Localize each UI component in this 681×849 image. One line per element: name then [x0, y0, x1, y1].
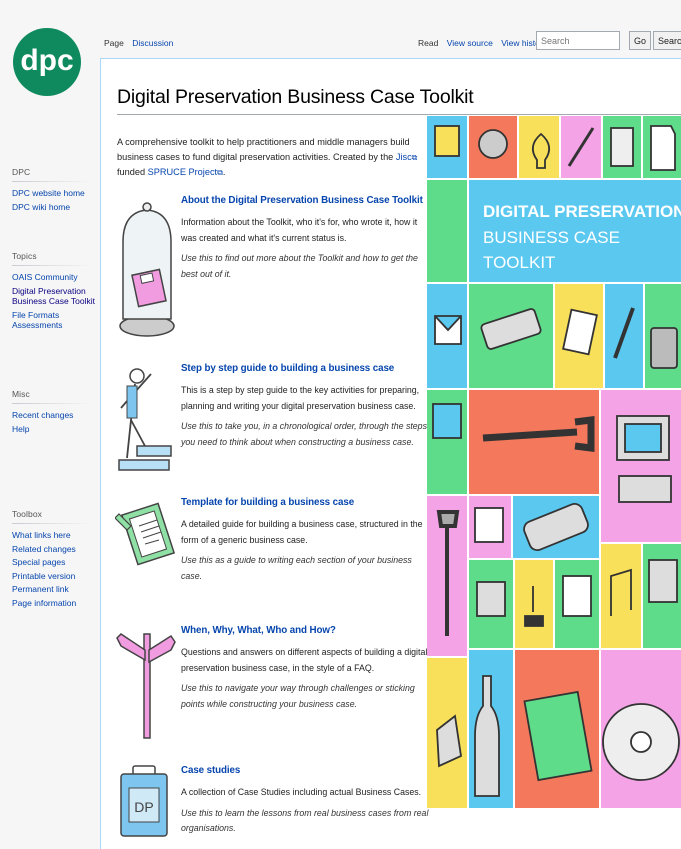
entry-description: Questions and answers on different aspec… — [181, 647, 428, 673]
entry-description: A detailed guide for building a business… — [181, 519, 423, 545]
sidebar-section-topics: Topics OAIS Community Digital Preservati… — [12, 251, 98, 334]
entry-title-link[interactable]: Template for building a business case — [181, 496, 433, 509]
sidebar-heading: DPC — [12, 167, 31, 177]
tab-view-source[interactable]: View source — [447, 38, 493, 48]
sidebar: dpc DPC DPC website home DPC wiki home T… — [0, 0, 100, 849]
intro-paragraph: A comprehensive toolkit to help practiti… — [117, 137, 418, 177]
entry-title-link[interactable]: When, Why, What, Who and How? — [181, 624, 433, 637]
entry-description: This is a step by step guide to the key … — [181, 385, 420, 411]
spruce-project-link[interactable]: SPRUCE Project — [148, 167, 217, 177]
logo-text: dpc — [20, 44, 73, 77]
content-area: Digital Preservation Business Case Toolk… — [100, 58, 681, 849]
sidebar-item-business-case-toolkit[interactable]: Digital Preservation Business Case Toolk… — [12, 286, 98, 307]
sidebar-section-dpc: DPC DPC website home DPC wiki home — [12, 167, 98, 215]
tab-discussion[interactable]: Discussion — [132, 38, 173, 48]
toolkit-entry-about: About the Digital Preservation Business … — [115, 194, 433, 344]
sidebar-item-dpc-website-home[interactable]: DPC website home — [12, 188, 98, 199]
toolkit-entry-faq: When, Why, What, Who and How? Questions … — [115, 624, 433, 744]
entry-usage-note: Use this to learn the lessons from real … — [181, 807, 429, 834]
sidebar-item-help[interactable]: Help — [12, 424, 98, 435]
go-button[interactable]: Go — [629, 31, 651, 50]
entry-usage-note: Use this as a guide to writing each sect… — [181, 555, 412, 581]
signpost-icon — [116, 633, 176, 739]
browser-page: dpc DPC DPC website home DPC wiki home T… — [0, 0, 681, 849]
entry-usage-note: Use this to take you, in a chronological… — [181, 421, 427, 447]
sidebar-item-special-pages[interactable]: Special pages — [12, 557, 98, 568]
bell-jar-disk-icon — [119, 202, 175, 337]
entry-title-link[interactable]: Step by step guide to building a busines… — [181, 362, 433, 375]
poster-title-line3: TOOLKIT — [483, 253, 555, 272]
svg-text:DP: DP — [134, 799, 153, 815]
entry-usage-note: Use this to navigate your way through ch… — [181, 683, 415, 709]
search-button[interactable]: Search — [653, 31, 681, 50]
entry-title-link[interactable]: About the Digital Preservation Business … — [181, 194, 433, 207]
clipboard-pencil-icon — [115, 502, 176, 566]
page-title: Digital Preservation Business Case Toolk… — [117, 86, 474, 108]
sidebar-heading: Toolbox — [12, 509, 42, 519]
sidebar-item-page-information[interactable]: Page information — [12, 598, 98, 609]
sidebar-heading: Misc — [12, 389, 30, 399]
sidebar-section-misc: Misc Recent changes Help — [12, 389, 98, 437]
poster-title-line2: BUSINESS CASE — [483, 228, 620, 247]
dpc-logo[interactable]: dpc — [12, 22, 82, 102]
sidebar-item-related-changes[interactable]: Related changes — [12, 544, 98, 555]
sidebar-heading: Topics — [12, 251, 37, 261]
jisc-link[interactable]: Jisc — [396, 152, 412, 162]
sidebar-item-recent-changes[interactable]: Recent changes — [12, 410, 98, 421]
sidebar-section-toolbox: Toolbox What links here Related changes … — [12, 509, 98, 611]
sidebar-item-dpc-wiki-home[interactable]: DPC wiki home — [12, 202, 98, 213]
tab-read[interactable]: Read — [418, 38, 438, 48]
search-input[interactable] — [536, 31, 620, 50]
sidebar-item-permanent-link[interactable]: Permanent link — [12, 584, 98, 595]
entry-title-link[interactable]: Case studies — [181, 764, 433, 777]
entry-description: Information about the Toolkit, who it's … — [181, 217, 418, 243]
toolkit-entry-case-studies: DP Case studies A collection of Case Stu… — [115, 764, 433, 849]
namespace-tabs: Page Discussion — [104, 38, 179, 48]
tab-page[interactable]: Page — [104, 38, 124, 48]
sidebar-item-printable-version[interactable]: Printable version — [12, 571, 98, 582]
entry-usage-note: Use this to find out more about the Tool… — [181, 253, 418, 279]
external-link-icon: ⧉ — [411, 153, 418, 162]
entry-description: A collection of Case Studies including a… — [181, 787, 422, 797]
toolkit-poster: DIGITAL PRESERVATION BUSINESS CASE TOOLK… — [427, 116, 681, 808]
sidebar-item-oais-community[interactable]: OAIS Community — [12, 272, 98, 283]
toolkit-entry-step-by-step: Step by step guide to building a busines… — [115, 362, 433, 482]
briefcase-icon: DP — [120, 765, 168, 837]
toolkit-entry-template: Template for building a business case A … — [115, 496, 433, 586]
view-tabs: Read View source View history — [418, 38, 553, 48]
poster-title-line1: DIGITAL PRESERVATION — [483, 202, 681, 221]
person-on-steps-icon — [118, 368, 172, 471]
sidebar-item-what-links-here[interactable]: What links here — [12, 530, 98, 541]
sidebar-item-file-formats[interactable]: File Formats Assessments — [12, 310, 98, 331]
